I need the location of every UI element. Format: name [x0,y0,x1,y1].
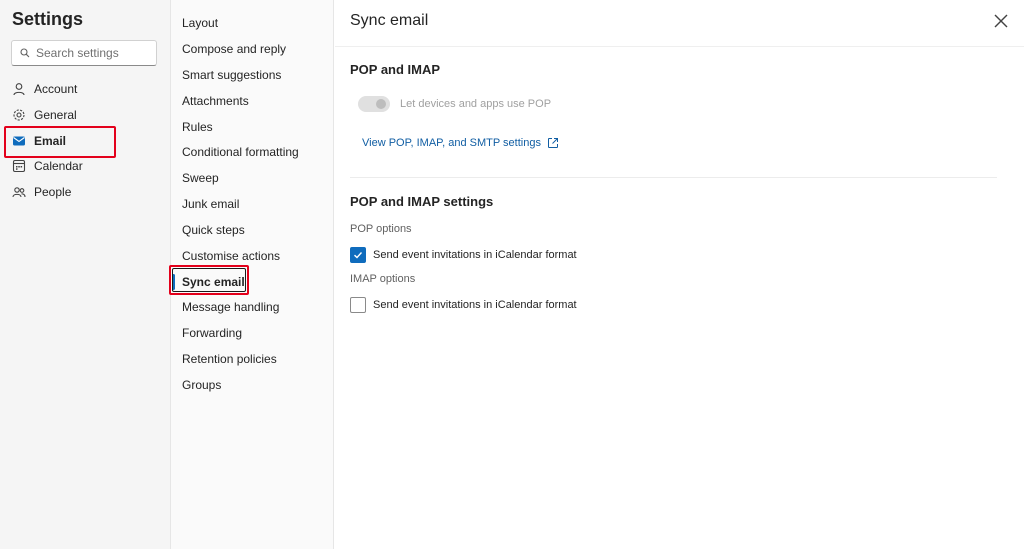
subnav-item-retention-policies[interactable]: Retention policies [182,350,277,368]
search-input[interactable] [36,46,146,60]
pop-toggle[interactable] [358,96,390,112]
toggle-knob [376,99,386,109]
panel-title: Sync email [350,12,429,29]
highlight-box-sync-email [169,265,249,295]
nav-item-calendar[interactable]: Calendar [12,156,83,176]
sync-email-panel: Sync email POP and IMAP Let devices and … [335,0,1024,549]
view-settings-link-label: View POP, IMAP, and SMTP settings [362,137,541,149]
subnav-item-message-handling[interactable]: Message handling [182,298,279,316]
pop-toggle-label: Let devices and apps use POP [400,98,552,110]
subnav-item-compose-and-reply[interactable]: Compose and reply [182,40,286,58]
nav-item-account[interactable]: Account [12,79,77,99]
settings-title: Settings [12,9,84,29]
pop-options-label: POP options [350,223,412,235]
search-box[interactable] [11,40,157,66]
pop-icalendar-label: Send event invitations in iCalendar form… [373,249,577,261]
subnav-item-quick-steps[interactable]: Quick steps [182,221,245,239]
pop-icalendar-checkbox[interactable] [350,247,366,263]
imap-icalendar-checkbox[interactable] [350,297,366,313]
subnav-item-junk-email[interactable]: Junk email [182,195,239,213]
imap-icalendar-checkbox-row[interactable]: Send event invitations in iCalendar form… [350,297,577,313]
subnav-item-layout[interactable]: Layout [182,14,218,32]
subnav-item-attachments[interactable]: Attachments [182,92,249,110]
subnav-item-customise-actions[interactable]: Customise actions [182,247,280,265]
subnav-item-forwarding[interactable]: Forwarding [182,324,242,342]
close-icon[interactable] [992,12,1010,30]
nav-item-people[interactable]: People [12,182,71,202]
view-settings-link[interactable]: View POP, IMAP, and SMTP settings [362,137,559,149]
subnav-item-smart-suggestions[interactable]: Smart suggestions [182,66,281,84]
pop-icalendar-checkbox-row[interactable]: Send event invitations in iCalendar form… [350,247,577,263]
nav-item-label: Calendar [34,159,83,173]
section-heading-pop-imap-settings: POP and IMAP settings [350,194,494,209]
gear-icon [13,109,25,121]
nav-item-label: General [34,108,77,122]
focus-outline [172,268,246,292]
section-heading-pop-imap: POP and IMAP [350,62,441,77]
people-icon [12,187,26,198]
subnav-item-conditional-formatting[interactable]: Conditional formatting [182,143,299,161]
section-divider [350,177,997,178]
nav-item-general[interactable]: General [12,105,77,125]
header-divider [335,46,1024,47]
person-icon [13,83,25,96]
calendar-icon [12,159,26,173]
checkmark-icon [354,252,363,259]
nav-item-label: Account [34,82,78,96]
email-settings-subnav: Layout Compose and reply Smart suggestio… [169,0,334,549]
search-icon [20,48,30,58]
imap-icalendar-label: Send event invitations in iCalendar form… [373,299,577,311]
nav-item-label: People [34,185,72,199]
settings-sidebar: Settings Account General Email Calendar … [0,0,171,549]
subnav-item-rules[interactable]: Rules [182,118,213,136]
subnav-item-groups[interactable]: Groups [182,376,221,394]
highlight-box-email [4,126,116,158]
pop-toggle-row: Let devices and apps use POP [358,96,551,112]
imap-options-label: IMAP options [350,273,416,285]
subnav-item-sweep[interactable]: Sweep [182,169,219,187]
open-external-icon [547,138,558,148]
